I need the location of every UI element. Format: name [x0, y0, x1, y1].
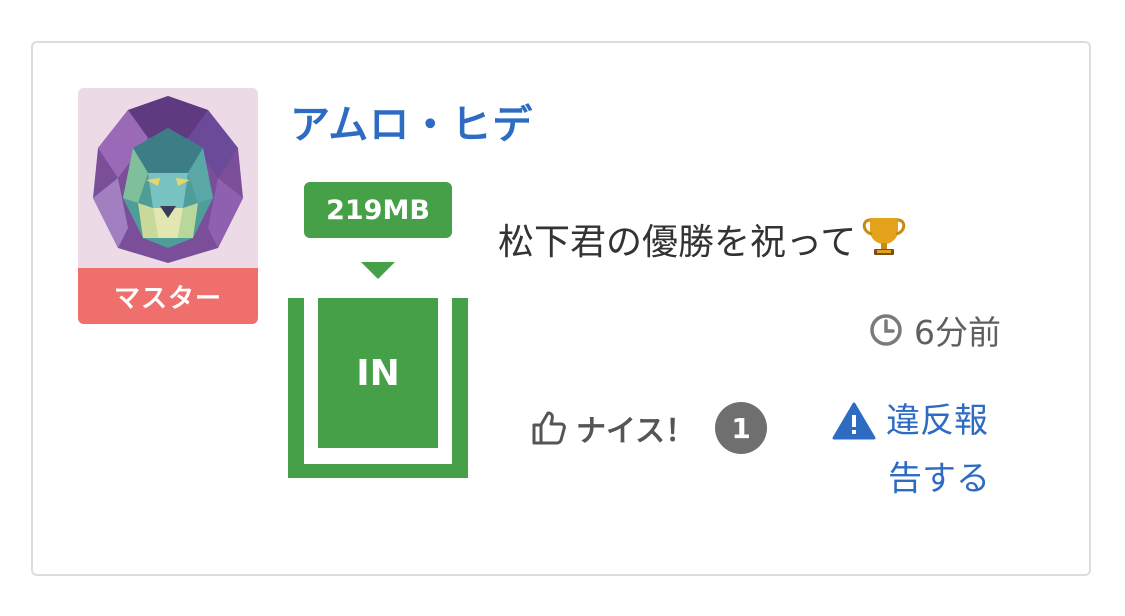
clock-icon: [870, 314, 902, 346]
username-link[interactable]: アムロ・ヒデ: [290, 92, 533, 150]
warning-triangle-icon: [832, 402, 876, 440]
report-label-line2: 告する: [888, 459, 990, 499]
thumbs-up-icon: [532, 411, 566, 445]
message-text: 松下君の優勝を祝って: [498, 221, 857, 263]
post-message: 松下君の優勝を祝って: [498, 210, 908, 267]
nice-label: ナイス！: [576, 414, 696, 449]
report-link[interactable]: 違反報 告する: [832, 392, 1012, 508]
bucket-wall-left: [288, 298, 304, 478]
lion-avatar-image: [78, 88, 258, 268]
timestamp-text: 6分前: [914, 313, 1001, 352]
status-label: IN: [318, 298, 438, 448]
bucket-floor: [288, 464, 468, 478]
report-label-line1: 違反報: [886, 401, 988, 441]
trophy-icon: [860, 210, 908, 267]
bucket-wall-right: [452, 298, 468, 478]
post-timestamp: 6分前: [868, 306, 1001, 354]
size-badge: 219MB: [304, 182, 452, 238]
nice-button[interactable]: ナイス！ 1: [530, 402, 768, 454]
avatar[interactable]: マスター: [78, 88, 258, 324]
in-status-indicator: IN: [288, 298, 468, 478]
size-badge-pointer: [361, 262, 395, 279]
rank-badge: マスター: [78, 268, 258, 324]
nice-count-badge: 1: [715, 402, 768, 454]
